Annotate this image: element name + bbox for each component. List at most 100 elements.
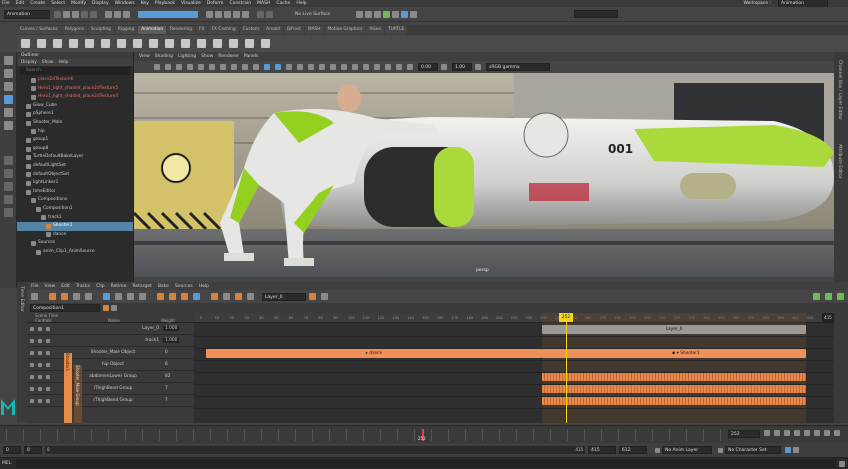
menu-create[interactable]: Create	[30, 1, 45, 6]
render-view-icon[interactable]	[392, 10, 400, 18]
step-back-key-icon[interactable]	[774, 430, 780, 436]
command-language[interactable]: MEL	[0, 461, 16, 466]
track-area[interactable]: 0 10 20 30 40 50 60 70 80 90 100 110 120 130 140 150 160…	[194, 313, 834, 423]
menu-windows[interactable]: Windows	[115, 1, 135, 6]
outliner-item[interactable]: pSphere1	[17, 110, 133, 119]
scale-tool-icon[interactable]	[4, 121, 13, 130]
field-chart-icon[interactable]	[242, 64, 248, 70]
menu-key[interactable]: Key	[141, 1, 149, 6]
selection-mask-icon[interactable]	[138, 10, 198, 18]
shelf-tab-xgen[interactable]: XGen	[366, 26, 385, 34]
save-scene-icon[interactable]	[72, 10, 79, 18]
gamma-icon[interactable]	[441, 64, 447, 70]
play-back-icon[interactable]	[794, 430, 800, 436]
shelf-tab-rigging[interactable]: Rigging	[114, 26, 138, 34]
redo-icon[interactable]	[90, 10, 97, 18]
menu-playback[interactable]: Playback	[155, 1, 175, 6]
menubar-items[interactable]: File Edit Create Select Modify Display Windows…	[2, 1, 307, 6]
track-toggle-icon[interactable]	[30, 326, 34, 331]
track-toggle-icon[interactable]	[46, 350, 50, 355]
xray-joints-icon[interactable]	[385, 64, 391, 70]
motion-trail-icon[interactable]	[133, 39, 142, 48]
lthigh-keys[interactable]	[542, 385, 806, 393]
shelf-tab-rendering[interactable]: Rendering	[167, 26, 196, 34]
track-toggle-icon[interactable]	[30, 350, 34, 355]
current-frame-field[interactable]: 252	[728, 430, 760, 438]
composition-menu-icon[interactable]	[111, 305, 117, 311]
gamma-field[interactable]: 1.00	[452, 63, 472, 71]
time-editor-icon[interactable]	[261, 39, 270, 48]
outliner-menu-show[interactable]: Show	[42, 60, 54, 65]
layer0-clip[interactable]: Layer_0	[542, 325, 806, 334]
outliner-item[interactable]: defaultObjectSet	[17, 171, 133, 180]
char-set-dropdown[interactable]: No Character Set	[725, 446, 781, 454]
menu-edit[interactable]: Edit	[16, 1, 25, 6]
layer-bake-icon[interactable]	[247, 293, 254, 300]
smooth-shade-icon[interactable]	[275, 64, 281, 70]
menu-display[interactable]: Display	[92, 1, 109, 6]
layout-four-icon[interactable]	[4, 169, 13, 178]
track-toggle-icon[interactable]	[46, 386, 50, 391]
ghost-icon[interactable]	[149, 39, 158, 48]
rthigh-keys[interactable]	[542, 397, 806, 405]
channel-box-tab[interactable]: Channel Box / Layer Editor	[837, 60, 842, 120]
time-editor-menu-help[interactable]: Help	[199, 284, 209, 289]
key-translate-icon[interactable]	[37, 39, 46, 48]
outliner-item[interactable]: hip	[17, 128, 133, 137]
outliner-item[interactable]: timeEditor	[17, 188, 133, 197]
track-weight[interactable]: 1.000	[163, 326, 180, 331]
track-row[interactable]: abdomenLower Group 82	[27, 371, 194, 383]
viewport-menu-shading[interactable]: Shading	[155, 54, 173, 59]
viewport-menu-lighting[interactable]: Lighting	[178, 54, 196, 59]
menu-visualize[interactable]: Visualize	[181, 1, 201, 6]
paint-select-icon[interactable]	[4, 82, 13, 91]
outliner-menu-display[interactable]: Display	[21, 60, 37, 65]
track-toggle-icon[interactable]	[38, 338, 42, 343]
time-editor-menu-clip[interactable]: Clip	[96, 284, 105, 289]
outliner-item[interactable]: Hero1_light_shaded_place2dTexture4	[17, 93, 133, 102]
bookmark-icon[interactable]	[176, 64, 182, 70]
layer-override-icon[interactable]	[223, 293, 230, 300]
prefs-icon[interactable]	[793, 447, 799, 453]
track-row[interactable]: hip Object 6	[27, 359, 194, 371]
track-row[interactable]: Layer_0 1.000	[27, 323, 194, 335]
track-toggle-icon[interactable]	[38, 398, 42, 403]
undo-icon[interactable]	[81, 10, 88, 18]
track-row[interactable]: track1 1.000	[27, 335, 194, 347]
time-editor-menu-retime[interactable]: Retime	[111, 284, 127, 289]
new-composition-icon[interactable]	[103, 305, 109, 311]
mute-icon[interactable]	[181, 293, 188, 300]
shelf-tab-bifrost[interactable]: Bifrost	[284, 26, 304, 34]
no-key-icon[interactable]	[31, 293, 38, 300]
outliner-menu-help[interactable]: Help	[58, 60, 68, 65]
outliner-item[interactable]: group1	[17, 136, 133, 145]
layout-side-icon[interactable]	[4, 182, 13, 191]
char-set-icon[interactable]	[718, 447, 723, 453]
outliner-item[interactable]: Compositions	[17, 196, 133, 205]
track-controls[interactable]	[27, 386, 67, 391]
outliner-item[interactable]: lightLinker1	[17, 179, 133, 188]
new-scene-icon[interactable]	[54, 10, 61, 18]
merge-clip-icon[interactable]	[85, 293, 92, 300]
time-editor-menu-edit[interactable]: Edit	[61, 284, 70, 289]
dance-clip[interactable]: ▸ dance	[206, 349, 542, 358]
select-tool-icon[interactable]	[4, 56, 13, 65]
lasso-tool-icon[interactable]	[4, 69, 13, 78]
current-time-marker[interactable]: 252	[559, 313, 573, 322]
constraint-pole-icon[interactable]	[245, 39, 254, 48]
gate-mask-icon[interactable]	[231, 64, 237, 70]
track-toggle-icon[interactable]	[38, 386, 42, 391]
track-row[interactable]: lThighBend Group 7	[27, 383, 194, 395]
menu-select[interactable]: Select	[51, 1, 65, 6]
history-icon[interactable]	[257, 10, 264, 18]
select-hierarchy-icon[interactable]	[105, 10, 112, 18]
solo-icon[interactable]	[193, 293, 200, 300]
anim-layer-dropdown[interactable]: No Anim Layer	[662, 446, 712, 454]
key-clip-icon[interactable]	[169, 293, 176, 300]
constraint-point-icon[interactable]	[181, 39, 190, 48]
image-plane-icon[interactable]	[187, 64, 193, 70]
arnold-render-icon[interactable]	[410, 10, 418, 18]
track-controls[interactable]	[27, 362, 67, 367]
xray-icon[interactable]	[374, 64, 380, 70]
track-toggle-icon[interactable]	[30, 386, 34, 391]
